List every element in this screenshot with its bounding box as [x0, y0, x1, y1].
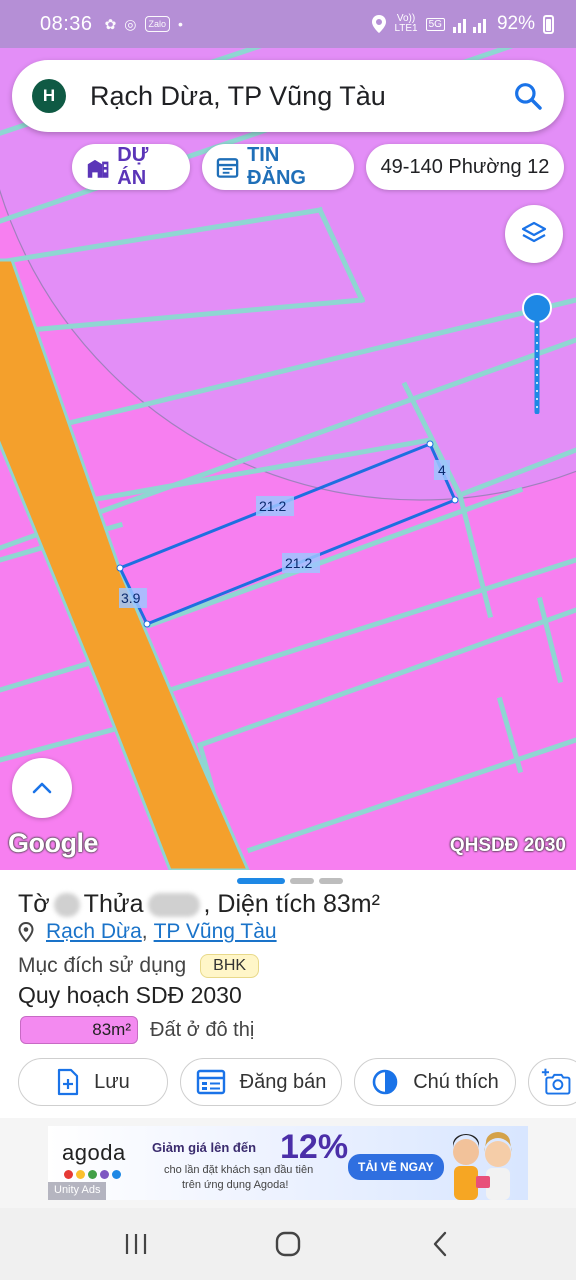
calendar-icon	[216, 158, 239, 178]
expand-sheet-button[interactable]	[12, 758, 72, 818]
save-button[interactable]: Lưu	[18, 1058, 168, 1106]
land-use-swatch: 83m²	[20, 1016, 138, 1044]
agoda-dots	[64, 1170, 121, 1179]
unity-ads-label: Unity Ads	[48, 1182, 107, 1200]
redacted-parcel-number	[147, 892, 200, 917]
add-photo-button[interactable]	[528, 1058, 576, 1106]
back-icon	[433, 1231, 447, 1257]
legend-row: 83m² Đất ở đô thị	[20, 1016, 254, 1044]
chrome-icon: ◎	[124, 15, 137, 32]
area-text: , Diện tích 83m²	[203, 890, 380, 918]
ad-dot	[88, 1170, 97, 1179]
search-bar[interactable]: H Rạch Dừa, TP Vũng Tàu	[12, 60, 564, 132]
ad-dot	[64, 1170, 73, 1179]
sheet-label: Tờ	[18, 890, 50, 918]
redacted-sheet-number	[53, 892, 80, 917]
dim-left-edge: 3.9	[121, 590, 141, 606]
heading-indicator	[522, 293, 552, 414]
parcel-chip-label: 49-140 Phường 12	[380, 155, 550, 178]
ward-link[interactable]: Rạch Dừa	[46, 920, 142, 944]
status-bar: 08:36 ✿ ◎ Zalo • Vo)) LTE1 5G 92%	[0, 0, 576, 48]
back-button[interactable]	[410, 1219, 470, 1269]
search-icon[interactable]	[512, 80, 544, 112]
chevron-up-icon	[32, 782, 52, 794]
pager-dot-active[interactable]	[237, 878, 285, 884]
parcel-info-sheet[interactable]: Tờ Thửa , Diện tích 83m² Rạch Dừa , TP V…	[0, 870, 576, 1118]
ad-subtext-1: cho lần đặt khách sạn đầu tiên	[164, 1164, 314, 1176]
system-nav-bar	[0, 1208, 576, 1280]
purpose-label: Mục đích sử dụng	[18, 954, 187, 977]
dim-top-edge: 21.2	[259, 498, 286, 514]
google-logo: Google	[8, 828, 99, 858]
ad-dot	[112, 1170, 121, 1179]
post-for-sale-label: Đăng bán	[239, 1070, 327, 1093]
parcel-chip[interactable]: 49-140 Phường 12	[366, 144, 564, 190]
plan-title: Quy hoạch SDĐ 2030	[18, 982, 242, 1008]
recent-apps-icon	[125, 1234, 147, 1254]
dim-right-edge: 4	[438, 462, 446, 478]
legend-button-label: Chú thích	[413, 1070, 499, 1093]
purpose-row: Mục đích sử dụng BHK	[18, 954, 260, 978]
add-file-icon	[58, 1068, 79, 1096]
action-row: Lưu Đăng bán Chú thích	[18, 1058, 576, 1106]
zalo-icon: Zalo	[144, 16, 171, 32]
ad-download-button[interactable]: TẢI VỀ NGAY	[348, 1154, 444, 1180]
battery-icon	[543, 14, 554, 34]
ad-subtext-2: trên ứng dụng Agoda!	[182, 1179, 289, 1191]
recent-apps-button[interactable]	[106, 1219, 166, 1269]
location-status-icon	[372, 15, 387, 33]
pager-dot[interactable]	[290, 878, 314, 884]
ad-dot	[76, 1170, 85, 1179]
buildings-icon	[87, 159, 109, 178]
layers-button[interactable]	[505, 205, 563, 263]
screen: 08:36 ✿ ◎ Zalo • Vo)) LTE1 5G 92% 21.2 2…	[0, 0, 576, 1280]
purpose-badge: BHK	[200, 954, 260, 978]
sheet-pager[interactable]	[237, 878, 343, 884]
volte-indicator: Vo)) LTE1	[394, 13, 418, 34]
avatar[interactable]: H	[32, 79, 66, 113]
land-use-label: Đất ở đô thị	[150, 1018, 255, 1041]
ad-percent: 12%	[280, 1128, 349, 1166]
battery-percent: 92%	[496, 13, 535, 34]
pager-dot[interactable]	[319, 878, 343, 884]
project-chip[interactable]: DỰ ÁN	[72, 144, 190, 190]
signal-icon	[452, 19, 486, 33]
home-button[interactable]	[258, 1219, 318, 1269]
city-link[interactable]: TP Vũng Tàu	[154, 920, 277, 944]
pinwheel-icon: ✿	[104, 15, 117, 32]
ad-brand: agoda	[62, 1140, 126, 1165]
status-time: 08:36	[40, 12, 93, 35]
ad-dot	[100, 1170, 109, 1179]
legend-button[interactable]: Chú thích	[354, 1058, 516, 1106]
listing-chip[interactable]: TIN ĐĂNG	[202, 144, 354, 190]
ad-headline: Giảm giá lên đến	[152, 1140, 257, 1155]
location-pin-icon	[18, 922, 34, 942]
ad-people-illustration	[453, 1132, 512, 1200]
location-row: Rạch Dừa , TP Vũng Tàu	[18, 920, 277, 944]
search-input[interactable]: Rạch Dừa, TP Vũng Tàu	[90, 81, 512, 112]
post-for-sale-button[interactable]: Đăng bán	[180, 1058, 342, 1106]
add-photo-icon	[541, 1068, 571, 1095]
layers-icon	[521, 221, 547, 243]
contrast-icon	[372, 1069, 398, 1095]
dim-bottom-edge: 21.2	[285, 555, 312, 571]
location-separator: ,	[141, 920, 148, 943]
listing-chip-label: TIN ĐĂNG	[247, 144, 306, 189]
parcel-label: Thửa	[83, 890, 144, 918]
dot-icon: •	[178, 16, 183, 32]
save-button-label: Lưu	[94, 1070, 130, 1093]
listing-icon	[196, 1069, 225, 1095]
ad-banner[interactable]: agoda Unity Ads Giảm giá lên đến 12% cho…	[48, 1126, 528, 1200]
map-layer-label: QHSDĐ 2030	[449, 835, 566, 856]
project-chip-label: DỰ ÁN	[117, 144, 149, 189]
parcel-title: Tờ Thửa , Diện tích 83m²	[18, 890, 380, 919]
ad-zone: agoda Unity Ads Giảm giá lên đến 12% cho…	[0, 1118, 576, 1208]
home-icon	[275, 1231, 301, 1257]
network-5g: 5G	[425, 17, 445, 31]
